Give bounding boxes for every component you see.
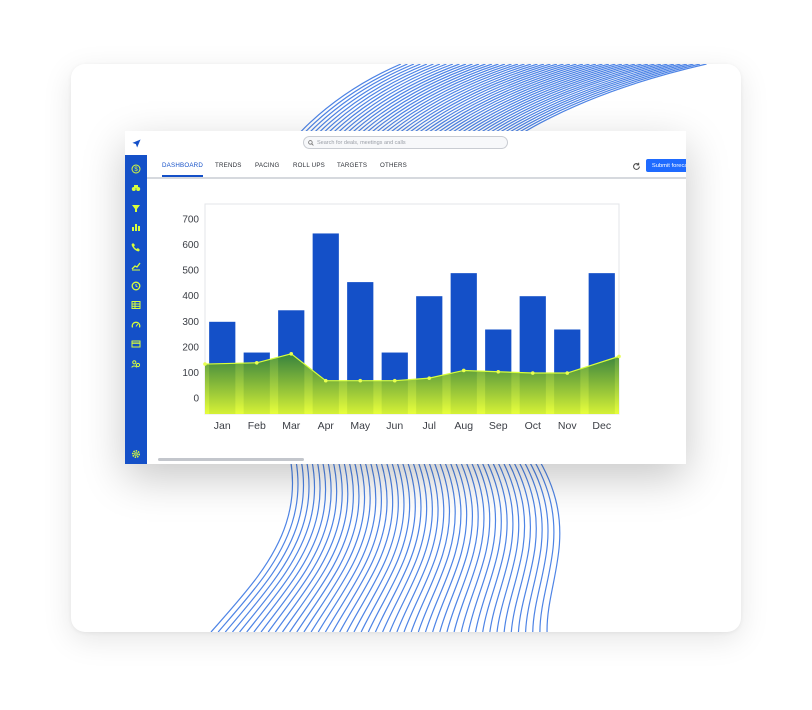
area-point[interactable] bbox=[461, 368, 466, 373]
y-tick-label: 200 bbox=[182, 342, 199, 353]
y-tick-label: 500 bbox=[182, 266, 199, 277]
x-tick-label: Sep bbox=[489, 420, 508, 432]
area-point[interactable] bbox=[565, 371, 570, 375]
y-tick-label: 0 bbox=[193, 394, 199, 405]
bar-area-chart: 0 100 200 300 400 500 600 700 Jan Feb Mar Apr May Jun… bbox=[182, 203, 621, 432]
x-tick-label: Mar bbox=[282, 420, 301, 432]
x-tick-label: Dec bbox=[592, 420, 611, 432]
x-tick-label: Jun bbox=[386, 420, 403, 432]
x-tick-label: Feb bbox=[248, 420, 266, 432]
x-tick-label: Oct bbox=[525, 420, 541, 432]
area-point[interactable] bbox=[617, 354, 621, 359]
horizontal-scrollbar[interactable] bbox=[158, 458, 304, 461]
x-tick-label: Nov bbox=[558, 420, 577, 432]
area-point[interactable] bbox=[392, 378, 397, 383]
x-tick-label: Jul bbox=[423, 420, 436, 432]
y-tick-label: 100 bbox=[182, 368, 199, 379]
area-point[interactable] bbox=[203, 362, 207, 366]
y-tick-label: 700 bbox=[182, 214, 199, 225]
area-point[interactable] bbox=[323, 378, 328, 383]
x-tick-label: Jan bbox=[214, 420, 231, 432]
area-point[interactable] bbox=[496, 369, 501, 374]
y-tick-label: 300 bbox=[182, 317, 199, 328]
y-tick-label: 600 bbox=[182, 240, 199, 251]
x-tick-label: May bbox=[350, 420, 371, 432]
area-point[interactable] bbox=[427, 376, 432, 380]
x-tick-label: Aug bbox=[454, 420, 473, 432]
area-point[interactable] bbox=[530, 371, 535, 375]
area-point[interactable] bbox=[254, 360, 259, 365]
area-point[interactable] bbox=[358, 378, 363, 383]
x-tick-label: Apr bbox=[318, 420, 335, 432]
area-point[interactable] bbox=[289, 352, 294, 356]
app-window: $ bbox=[125, 131, 686, 464]
y-tick-label: 400 bbox=[182, 291, 199, 302]
